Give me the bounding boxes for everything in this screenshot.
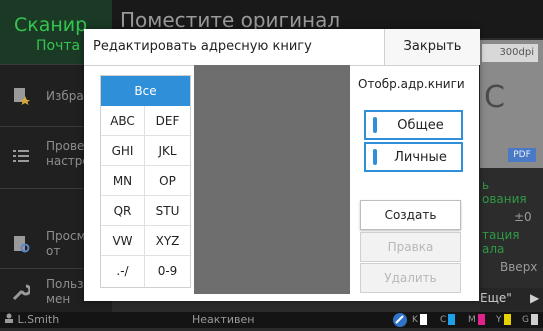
toner-k: K bbox=[412, 314, 427, 326]
favorites-icon bbox=[12, 87, 30, 105]
selected-indicator bbox=[373, 149, 377, 165]
index-button-abc[interactable]: ABC bbox=[101, 106, 145, 136]
index-button-mn[interactable]: MN bbox=[101, 166, 145, 196]
index-button-ghi[interactable]: GHI bbox=[101, 136, 145, 166]
view-personal-toggle[interactable]: Личные bbox=[364, 142, 463, 172]
create-button[interactable]: Создать bbox=[360, 200, 461, 230]
preview-letter: C bbox=[484, 80, 505, 115]
index-button-jkl[interactable]: JKL bbox=[145, 136, 190, 166]
user-icon bbox=[5, 313, 13, 323]
current-user: L.Smith bbox=[4, 313, 59, 326]
view-address-book-label: Отобр.адр.книги bbox=[358, 77, 465, 91]
index-button-qr[interactable]: QR bbox=[101, 196, 145, 226]
view-common-toggle[interactable]: Общее bbox=[364, 110, 463, 140]
setting-value: Вверх bbox=[500, 260, 538, 274]
index-button-def[interactable]: DEF bbox=[145, 106, 190, 136]
user-name: L.Smith bbox=[17, 313, 60, 326]
index-button-vw[interactable]: VW bbox=[101, 226, 145, 256]
list-icon bbox=[12, 147, 30, 165]
scan-title: Сканир bbox=[14, 14, 88, 36]
address-list[interactable] bbox=[194, 65, 350, 294]
document-preview-icon bbox=[12, 235, 30, 253]
scan-subtitle: Почта bbox=[36, 38, 81, 54]
toggle-label: Общее bbox=[397, 118, 444, 133]
index-button-op[interactable]: OP bbox=[145, 166, 190, 196]
delete-button[interactable]: Удалить bbox=[360, 263, 461, 293]
more-button[interactable]: Еще" ▶ bbox=[480, 288, 543, 310]
selected-indicator bbox=[373, 117, 377, 133]
toner-y: Y bbox=[496, 314, 511, 326]
setting-label: тация bbox=[482, 228, 520, 242]
toner-m: M bbox=[468, 314, 485, 326]
setting-label: ь bbox=[482, 178, 490, 192]
toner-info-icon[interactable] bbox=[392, 312, 408, 331]
index-button-stu[interactable]: STU bbox=[145, 196, 190, 226]
setting-label: ования bbox=[482, 192, 527, 206]
setting-label: ала bbox=[482, 242, 505, 256]
play-arrow-icon: ▶ bbox=[530, 291, 540, 305]
index-button-symbols[interactable]: .-/ bbox=[101, 256, 145, 287]
resolution-badge: 300dpi bbox=[482, 44, 538, 62]
edit-address-book-dialog: Редактировать адресную книгу Закрыть Все… bbox=[84, 29, 480, 301]
index-all-button[interactable]: Все bbox=[101, 76, 190, 106]
right-settings-panel: ь ования ±0 тация ала Вверх bbox=[480, 168, 543, 288]
edit-button[interactable]: Правка bbox=[360, 232, 461, 262]
index-keypad: Все ABC DEF GHI JKL MN OP QR STU VW XYZ … bbox=[100, 75, 191, 288]
dialog-title: Редактировать адресную книгу bbox=[93, 39, 312, 54]
close-button[interactable]: Закрыть bbox=[384, 29, 480, 65]
toner-g: G bbox=[522, 314, 538, 326]
toner-c: C bbox=[440, 314, 456, 326]
wrench-icon bbox=[12, 283, 32, 301]
index-button-xyz[interactable]: XYZ bbox=[145, 226, 190, 256]
toggle-label: Личные bbox=[394, 150, 447, 165]
device-state: Неактивен bbox=[192, 313, 255, 326]
pdf-badge: PDF bbox=[508, 148, 536, 162]
more-button-label: Еще" bbox=[480, 291, 512, 305]
status-bar: L.Smith Неактивен K C M Y G bbox=[0, 312, 543, 328]
setting-value: ±0 bbox=[514, 210, 532, 224]
index-button-digits[interactable]: 0-9 bbox=[145, 256, 190, 287]
dialog-header: Редактировать адресную книгу Закрыть bbox=[84, 29, 480, 66]
